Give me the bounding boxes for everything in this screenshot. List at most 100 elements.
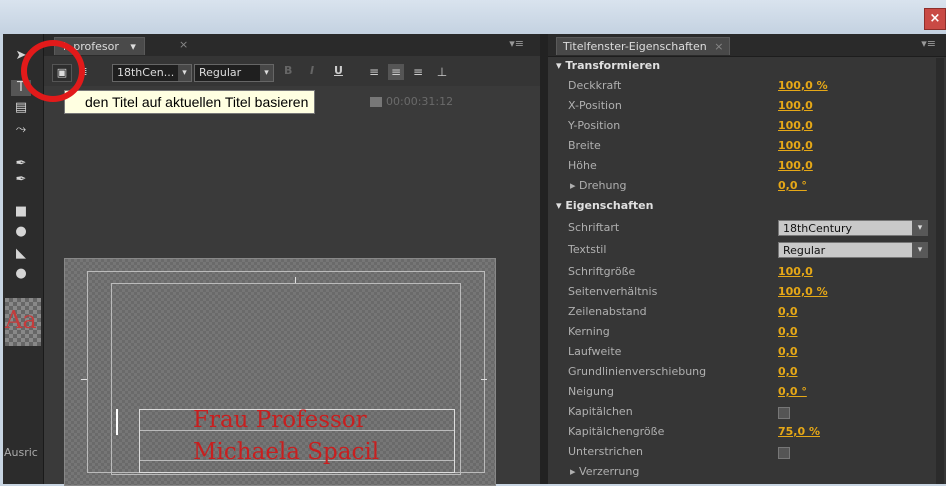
aspect-value[interactable]: 100,0 % <box>778 282 828 302</box>
rectangle-tool-icon[interactable]: ■ <box>11 204 31 220</box>
prop-row-verzerrung[interactable]: ▸ Verzerrung <box>548 462 936 482</box>
center-marker <box>81 379 87 380</box>
prop-label: Y-Position <box>568 119 621 132</box>
prop-label: Grundlinienverschiebung <box>568 365 707 378</box>
ellipse-small-icon[interactable]: ● <box>11 266 31 282</box>
baseline-shift-value[interactable]: 0,0 <box>778 362 798 382</box>
expand-icon: ▸ Drehung <box>570 179 627 192</box>
prop-label: Breite <box>568 139 601 152</box>
font-size-value[interactable]: 100,0 <box>778 262 813 282</box>
prop-row-xpos: X-Position 100,0 <box>548 96 936 116</box>
rotation-value[interactable]: 0,0 ° <box>778 176 807 196</box>
timecode-display[interactable]: 00:00:31:12 <box>370 95 453 108</box>
prop-row-kapitaelchen: Kapitälchen <box>548 402 936 422</box>
y-position-value[interactable]: 100,0 <box>778 116 813 136</box>
chevron-down-icon: ▾ <box>178 65 191 81</box>
align-center-icon[interactable]: ≡ <box>388 64 404 80</box>
height-value[interactable]: 100,0 <box>778 156 813 176</box>
tab-dropdown-icon[interactable]: ▾ <box>130 40 136 53</box>
panel-menu-icon[interactable]: ▾≡ <box>509 37 524 50</box>
opacity-value[interactable]: 100,0 % <box>778 76 828 96</box>
prop-row-drehung[interactable]: ▸ Drehung 0,0 ° <box>548 176 936 196</box>
section-transform[interactable]: ▾ Transformieren <box>548 56 936 76</box>
x-position-value[interactable]: 100,0 <box>778 96 813 116</box>
prop-row-grundlinie: Grundlinienverschiebung 0,0 <box>548 362 936 382</box>
properties-tab-bar: Titelfenster-Eigenschaften × ▾≡ <box>548 34 946 57</box>
font-family-dropdown[interactable]: 18thCentury ▾ <box>778 220 928 236</box>
prop-label: Neigung <box>568 385 614 398</box>
add-anchor-icon[interactable]: ✒ <box>11 172 31 188</box>
timecode-icon <box>370 97 382 107</box>
title-canvas[interactable]: Frau Professor Michaela Spacil <box>64 258 496 486</box>
width-value[interactable]: 100,0 <box>778 136 813 156</box>
expand-icon: ▸ Verzerrung <box>570 465 640 478</box>
pen-tool-icon[interactable]: ✒ <box>11 156 31 172</box>
title-text-line-1[interactable]: Frau Professor <box>193 407 367 433</box>
prop-label: Kapitälchen <box>568 405 633 418</box>
prop-row-textstil: Textstil Regular ▾ <box>548 240 936 260</box>
prop-row-kerning: Kerning 0,0 <box>548 322 936 342</box>
wedge-tool-icon[interactable]: ◣ <box>11 246 31 262</box>
prop-label: Verzerrung <box>579 465 640 478</box>
style-swatch[interactable]: Aa <box>5 298 41 346</box>
leading-value[interactable]: 0,0 <box>778 302 798 322</box>
kerning-value[interactable]: 0,0 <box>778 322 798 342</box>
prop-label: Laufweite <box>568 345 622 358</box>
align-right-icon[interactable]: ≡ <box>410 64 426 80</box>
prop-row-breite: Breite 100,0 <box>548 136 936 156</box>
section-label: Transformieren <box>565 59 661 72</box>
underline-button[interactable]: U <box>334 64 343 77</box>
bold-button[interactable]: B <box>284 64 292 77</box>
title-properties-panel: Titelfenster-Eigenschaften × ▾≡ ▾ Transf… <box>548 34 946 484</box>
properties-scrollbar[interactable] <box>936 58 944 484</box>
prop-label: X-Position <box>568 99 622 112</box>
prop-label: Kerning <box>568 325 610 338</box>
dropdown-value: Regular <box>783 244 826 257</box>
tooltip: den Titel auf aktuellen Titel basieren <box>64 90 316 114</box>
prop-row-neigung: Neigung 0,0 ° <box>548 382 936 402</box>
tab-close-icon[interactable]: × <box>179 38 188 51</box>
font-style-dropdown[interactable]: Regular ▾ <box>778 242 928 258</box>
close-window-button[interactable]: × <box>924 8 946 30</box>
prop-label: Schriftart <box>568 221 620 234</box>
prop-row-zeilenabstand: Zeilenabstand 0,0 <box>548 302 936 322</box>
panel-menu-icon[interactable]: ▾≡ <box>921 37 936 50</box>
slant-value[interactable]: 0,0 ° <box>778 382 807 402</box>
prop-label: Seitenverhältnis <box>568 285 658 298</box>
font-style-select[interactable]: Regular ▾ <box>194 64 274 82</box>
prop-label: Höhe <box>568 159 597 172</box>
prop-label: Zeilenabstand <box>568 305 647 318</box>
font-style-value: Regular <box>199 66 242 79</box>
prop-label: Kapitälchengröße <box>568 425 665 438</box>
prop-row-ypos: Y-Position 100,0 <box>548 116 936 136</box>
ellipse-tool-icon[interactable]: ● <box>11 224 31 240</box>
prop-row-seitenverhaeltnis: Seitenverhältnis 100,0 % <box>548 282 936 302</box>
tab-close-icon[interactable]: × <box>714 40 723 53</box>
prop-row-schriftgroesse: Schriftgröße 100,0 <box>548 262 936 282</box>
prop-row-unterstrichen: Unterstrichen <box>548 442 936 462</box>
tracking-value[interactable]: 0,0 <box>778 342 798 362</box>
section-properties[interactable]: ▾ Eigenschaften <box>548 196 936 216</box>
small-caps-size-value[interactable]: 75,0 % <box>778 422 820 442</box>
section-toggle-icon: ▾ Transformieren <box>556 59 661 72</box>
font-family-value: 18thCen... <box>117 66 175 79</box>
panel-divider[interactable] <box>540 34 548 484</box>
align-left-icon[interactable]: ≡ <box>366 64 382 80</box>
font-family-select[interactable]: 18thCen... ▾ <box>112 64 192 82</box>
path-type-icon[interactable]: ⤳ <box>11 122 31 138</box>
area-type-icon[interactable]: ▤ <box>11 100 31 116</box>
tab-stops-icon[interactable]: ⊥ <box>434 64 450 80</box>
tab-title-properties[interactable]: Titelfenster-Eigenschaften × <box>556 37 731 55</box>
title-text-line-2[interactable]: Michaela Spacil <box>193 439 379 465</box>
italic-button[interactable]: I <box>310 64 314 77</box>
chevron-down-icon: ▾ <box>260 65 273 81</box>
timecode-value: 00:00:31:12 <box>386 95 454 108</box>
underline-checkbox[interactable] <box>778 447 790 459</box>
chevron-down-icon: ▾ <box>912 242 928 258</box>
small-caps-checkbox[interactable] <box>778 407 790 419</box>
swatch-text: Aa <box>5 306 37 334</box>
prop-row-laufweite: Laufweite 0,0 <box>548 342 936 362</box>
prop-row-deckkraft: Deckkraft 100,0 % <box>548 76 936 96</box>
prop-label: Textstil <box>568 243 607 256</box>
center-marker <box>295 277 296 283</box>
